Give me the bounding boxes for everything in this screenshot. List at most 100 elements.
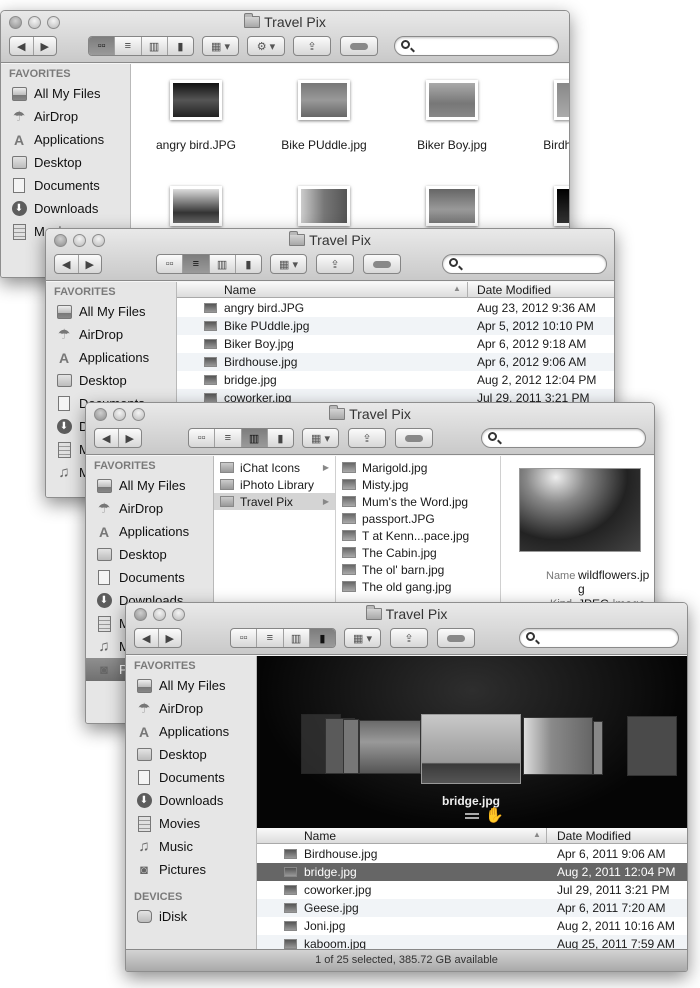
sidebar-item-documents[interactable]: Documents (1, 174, 130, 197)
file-icon-item[interactable]: angry bird.JPG (141, 80, 251, 152)
cover-thumb[interactable] (593, 721, 603, 775)
sidebar-item-all-my-files[interactable]: All My Files (86, 474, 213, 497)
table-row[interactable]: bridge.jpg Aug 2, 2011 12:04 PM (257, 863, 687, 881)
date-column-header[interactable]: Date Modified (557, 829, 631, 843)
name-column-header[interactable]: Name (224, 283, 256, 297)
back-button[interactable]: ◀ (55, 255, 79, 273)
file-icon-item[interactable]: Birdhouse.jpg (525, 80, 569, 152)
table-row[interactable]: Birdhouse.jpg Apr 6, 2011 9:06 AM (257, 845, 687, 863)
tags-button[interactable] (340, 36, 378, 56)
sidebar-item-pictures[interactable]: ◙ Pictures (126, 858, 256, 881)
column-item[interactable]: The old gang.jpg (336, 578, 500, 595)
arrange-button[interactable]: ▦ ▾ (344, 628, 381, 648)
column-item[interactable]: The ol' barn.jpg (336, 561, 500, 578)
sidebar-item-downloads[interactable]: ⬇ Downloads (1, 197, 130, 220)
table-row[interactable]: Bike PUddle.jpg Apr 5, 2012 10:10 PM (177, 317, 614, 335)
column-item-travel-pix[interactable]: Travel Pix ▶ (214, 493, 335, 510)
share-button[interactable]: ⇪ (293, 36, 331, 56)
column-item[interactable]: Marigold.jpg (336, 459, 500, 476)
action-gear-button[interactable]: ⚙ ▾ (247, 36, 285, 56)
cover-thumb-bridge[interactable] (421, 714, 521, 784)
column-view-button[interactable]: ▥ (142, 37, 168, 55)
sidebar-item-applications[interactable]: A Applications (126, 720, 256, 743)
sidebar-item-documents[interactable]: Documents (126, 766, 256, 789)
column-view-button[interactable]: ▥ (210, 255, 236, 273)
icon-view-button[interactable]: ▫▫ (189, 429, 216, 447)
back-button[interactable]: ◀ (10, 37, 34, 55)
column-item-iphoto-library[interactable]: iPhoto Library (214, 476, 335, 493)
share-button[interactable]: ⇪ (348, 428, 386, 448)
share-button[interactable]: ⇪ (390, 628, 428, 648)
tags-button[interactable] (437, 628, 475, 648)
cover-thumb-birdhouse[interactable] (359, 720, 421, 774)
list-view-button[interactable]: ≡ (183, 255, 210, 273)
file-icon-item[interactable]: Bike PUddle.jpg (269, 80, 379, 152)
sidebar-item-applications[interactable]: A Applications (86, 520, 213, 543)
icon-view-button[interactable]: ▫▫ (157, 255, 184, 273)
arrange-button[interactable]: ▦ ▾ (302, 428, 339, 448)
forward-button[interactable]: ▶ (79, 255, 102, 273)
table-row[interactable]: Geese.jpg Apr 6, 2011 7:20 AM (257, 899, 687, 917)
table-row[interactable]: Joni.jpg Aug 2, 2011 10:16 AM (257, 917, 687, 935)
sidebar-item-applications[interactable]: A Applications (46, 346, 176, 369)
coverflow-scroll-handle[interactable] (465, 813, 479, 819)
coverflow-area[interactable]: bridge.jpg ✋ (257, 656, 687, 828)
column-item[interactable]: Misty.jpg (336, 476, 500, 493)
sidebar-item-desktop[interactable]: Desktop (86, 543, 213, 566)
arrange-button[interactable]: ▦ ▾ (270, 254, 307, 274)
sidebar-item-downloads[interactable]: ⬇ Downloads (126, 789, 256, 812)
forward-button[interactable]: ▶ (119, 429, 142, 447)
list-view-button[interactable]: ≡ (215, 429, 242, 447)
coverflow-view-button[interactable]: ▮ (268, 429, 293, 447)
forward-button[interactable]: ▶ (34, 37, 57, 55)
sidebar-item-applications[interactable]: A Applications (1, 128, 130, 151)
sidebar-item-desktop[interactable]: Desktop (1, 151, 130, 174)
cover-thumb-coworker[interactable] (523, 717, 593, 775)
back-button[interactable]: ◀ (95, 429, 119, 447)
sidebar-item-all-my-files[interactable]: All My Files (1, 82, 130, 105)
sidebar-item-airdrop[interactable]: ☂ AirDrop (1, 105, 130, 128)
coverflow-view-button[interactable]: ▮ (168, 37, 193, 55)
column-item[interactable]: passport.JPG (336, 510, 500, 527)
date-column-header[interactable]: Date Modified (477, 283, 551, 297)
share-button[interactable]: ⇪ (316, 254, 354, 274)
tags-button[interactable] (395, 428, 433, 448)
back-button[interactable]: ◀ (135, 629, 159, 647)
table-row[interactable]: Birdhouse.jpg Apr 6, 2012 9:06 AM (177, 353, 614, 371)
sidebar-item-desktop[interactable]: Desktop (46, 369, 176, 392)
sidebar-item-airdrop[interactable]: ☂ AirDrop (126, 697, 256, 720)
column-item[interactable]: Mum's the Word.jpg (336, 493, 500, 510)
sidebar-item-desktop[interactable]: Desktop (126, 743, 256, 766)
search-field[interactable] (481, 428, 646, 448)
sidebar-item-airdrop[interactable]: ☂ AirDrop (86, 497, 213, 520)
sidebar-item-movies[interactable]: Movies (126, 812, 256, 835)
coverflow-view-button[interactable]: ▮ (236, 255, 261, 273)
table-row[interactable]: coworker.jpg Jul 29, 2011 3:21 PM (257, 881, 687, 899)
arrange-button[interactable]: ▦ ▾ (202, 36, 239, 56)
sidebar-item-music[interactable]: ♫ Music (126, 835, 256, 858)
coverflow-view-button[interactable]: ▮ (309, 629, 335, 647)
sidebar-item-idisk[interactable]: iDisk (126, 905, 256, 928)
cover-thumb[interactable] (343, 719, 359, 774)
search-field[interactable] (394, 36, 559, 56)
name-column-header[interactable]: Name (304, 829, 336, 843)
sidebar-item-airdrop[interactable]: ☂ AirDrop (46, 323, 176, 346)
table-row[interactable]: angry bird.JPG Aug 23, 2012 9:36 AM (177, 299, 614, 317)
search-field[interactable] (442, 254, 607, 274)
column-item[interactable]: The Cabin.jpg (336, 544, 500, 561)
sidebar-item-all-my-files[interactable]: All My Files (126, 674, 256, 697)
sidebar-item-all-my-files[interactable]: All My Files (46, 300, 176, 323)
column-item[interactable]: T at Kenn...pace.jpg (336, 527, 500, 544)
table-row[interactable]: Biker Boy.jpg Apr 6, 2012 9:18 AM (177, 335, 614, 353)
file-icon-item[interactable]: Biker Boy.jpg (397, 80, 507, 152)
list-view-button[interactable]: ≡ (257, 629, 284, 647)
column-item-ichat-icons[interactable]: iChat Icons ▶ (214, 459, 335, 476)
column-view-button[interactable]: ▥ (241, 429, 268, 447)
forward-button[interactable]: ▶ (159, 629, 182, 647)
column-view-button[interactable]: ▥ (284, 629, 310, 647)
cover-thumb[interactable] (627, 716, 677, 776)
search-field[interactable] (519, 628, 679, 648)
table-row[interactable]: bridge.jpg Aug 2, 2012 12:04 PM (177, 371, 614, 389)
sidebar-item-documents[interactable]: Documents (86, 566, 213, 589)
icon-view-button[interactable]: ▫▫ (231, 629, 258, 647)
